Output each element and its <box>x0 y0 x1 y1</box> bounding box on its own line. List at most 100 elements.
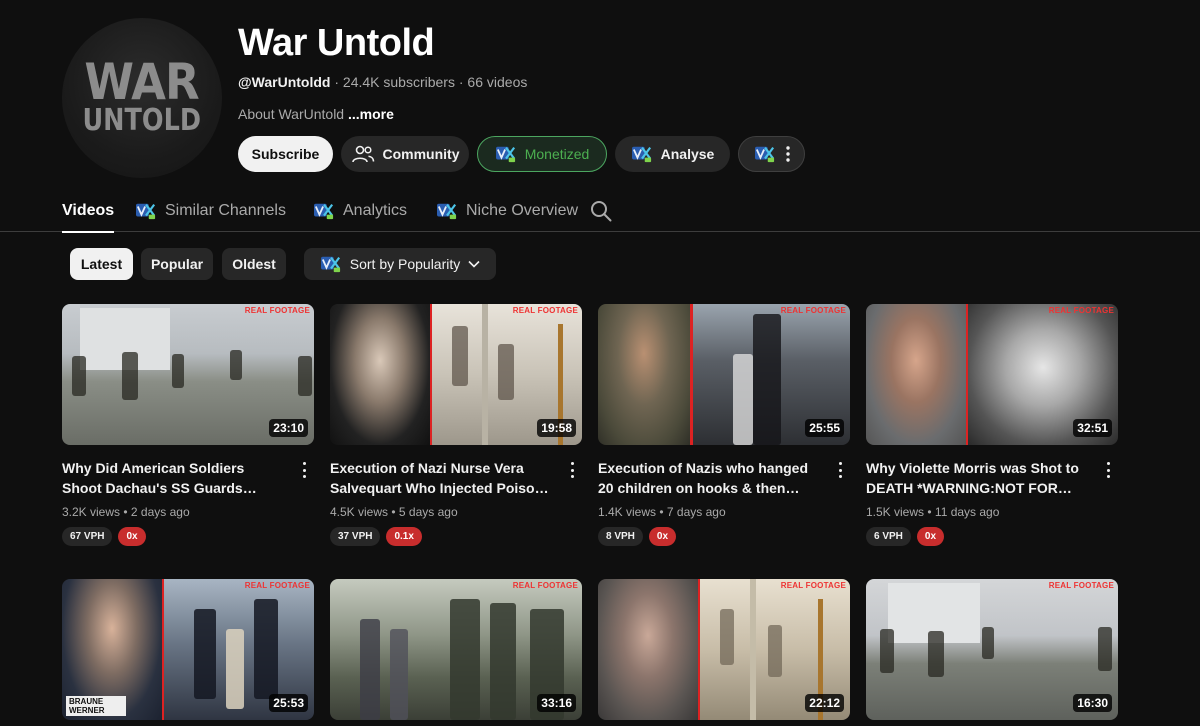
monetized-button[interactable]: Monetized <box>477 136 607 172</box>
video-title[interactable]: Execution of Nazi Nurse Vera Salvequart … <box>330 458 552 498</box>
video-card[interactable]: REAL FOOTAGE 25:55 Execution of Nazis wh… <box>598 304 850 546</box>
multiplier-badge: 0x <box>916 527 945 546</box>
avatar-text-war: WAR <box>84 53 200 111</box>
tab-niche-overview[interactable]: Niche Overview <box>436 190 578 232</box>
filter-popular[interactable]: Popular <box>141 248 213 280</box>
video-duration: 23:10 <box>269 419 308 437</box>
vph-badge: 67 VPH <box>62 527 113 546</box>
video-thumbnail[interactable]: REAL FOOTAGE 32:51 <box>866 304 1118 445</box>
tab-niche-label: Niche Overview <box>466 202 579 219</box>
real-footage-label: REAL FOOTAGE <box>512 581 578 590</box>
real-footage-label: REAL FOOTAGE <box>244 306 310 315</box>
channel-about[interactable]: About WarUntold ...more <box>238 106 394 122</box>
mugshot-caption: BRAUNE WERNER <box>66 696 126 716</box>
video-card[interactable]: REAL FOOTAGE 16:30 <box>866 579 1118 720</box>
video-views: 1.5K views <box>866 505 925 519</box>
video-title[interactable]: Why Did American Soldiers Shoot Dachau's… <box>62 458 284 498</box>
vidiq-logo-icon <box>320 254 342 274</box>
more-vert-icon <box>785 146 790 162</box>
video-duration: 16:30 <box>1073 694 1112 712</box>
filter-latest[interactable]: Latest <box>70 248 133 280</box>
multiplier-badge: 0x <box>648 527 677 546</box>
video-menu-icon[interactable] <box>1102 460 1114 480</box>
thumbnail-portrait: BRAUNE WERNER <box>62 579 162 720</box>
video-menu-icon[interactable] <box>834 460 846 480</box>
vidiq-logo-icon <box>313 201 335 221</box>
video-duration: 33:16 <box>537 694 576 712</box>
video-thumbnail[interactable]: REAL FOOTAGE 23:10 <box>62 304 314 445</box>
video-thumbnail[interactable]: REAL FOOTAGE 16:30 <box>866 579 1118 720</box>
video-thumbnail[interactable]: REAL FOOTAGE 33:16 <box>330 579 582 720</box>
video-title[interactable]: Why Violette Morris was Shot to DEATH *W… <box>866 458 1088 498</box>
vidiq-logo-icon <box>631 144 653 164</box>
about-more-link[interactable]: ...more <box>348 106 394 122</box>
subscribe-button[interactable]: Subscribe <box>238 136 333 172</box>
video-age: 2 days ago <box>130 505 190 519</box>
channel-handle[interactable]: @WarUntoldd <box>238 74 330 90</box>
sort-label: Sort by Popularity <box>349 256 461 272</box>
real-footage-label: REAL FOOTAGE <box>244 581 310 590</box>
video-views: 1.4K views <box>598 505 657 519</box>
video-title[interactable]: Execution of Nazis who hanged 20 childre… <box>598 458 820 498</box>
community-button[interactable]: Community <box>341 136 469 172</box>
avatar-text-untold: UNTOLD <box>82 103 202 138</box>
video-thumbnail[interactable]: REAL FOOTAGE 25:55 <box>598 304 850 445</box>
video-badges: 67 VPH 0x <box>62 527 146 546</box>
video-badges: 8 VPH 0x <box>598 527 677 546</box>
video-duration: 25:53 <box>269 694 308 712</box>
multiplier-badge: 0x <box>118 527 146 546</box>
real-footage-label: REAL FOOTAGE <box>780 306 846 315</box>
community-label: Community <box>382 146 460 162</box>
video-badges: 37 VPH 0.1x <box>330 527 422 546</box>
real-footage-label: REAL FOOTAGE <box>780 581 846 590</box>
analyse-button[interactable]: Analyse <box>615 136 730 172</box>
channel-tabs: Videos Similar Channels Analytics Niche … <box>0 190 1200 233</box>
tab-analytics[interactable]: Analytics <box>313 190 407 232</box>
tab-similar-channels[interactable]: Similar Channels <box>135 190 286 232</box>
video-card[interactable]: REAL FOOTAGE 23:10 Why Did American Sold… <box>62 304 314 546</box>
channel-meta: @WarUntoldd · 24.4K subscribers · 66 vid… <box>238 74 527 90</box>
vph-badge: 37 VPH <box>330 527 381 546</box>
meta-separator: · <box>334 74 340 90</box>
subscriber-count: 24.4K subscribers <box>342 74 455 90</box>
vidiq-more-button[interactable] <box>738 136 805 172</box>
tab-videos[interactable]: Videos <box>62 190 115 233</box>
search-icon <box>591 201 612 222</box>
thumbnail-portrait <box>598 579 698 720</box>
vidiq-logo-icon <box>495 144 517 164</box>
video-card[interactable]: REAL FOOTAGE 33:16 <box>330 579 582 720</box>
video-menu-icon[interactable] <box>298 460 310 480</box>
meta-separator: · <box>458 74 464 90</box>
thumbnail-portrait <box>330 304 430 445</box>
video-duration: 25:55 <box>805 419 844 437</box>
channel-search-button[interactable] <box>590 190 612 232</box>
video-badges: 6 VPH 0x <box>866 527 945 546</box>
video-card[interactable]: BRAUNE WERNER REAL FOOTAGE 25:53 <box>62 579 314 720</box>
vidiq-logo-icon <box>135 201 157 221</box>
video-card[interactable]: REAL FOOTAGE 32:51 Why Violette Morris w… <box>866 304 1118 546</box>
channel-avatar[interactable]: WAR UNTOLD <box>62 18 222 178</box>
video-age: 5 days ago <box>398 505 458 519</box>
video-menu-icon[interactable] <box>566 460 578 480</box>
video-duration: 22:12 <box>805 694 844 712</box>
filter-oldest[interactable]: Oldest <box>222 248 286 280</box>
video-card[interactable]: REAL FOOTAGE 19:58 Execution of Nazi Nur… <box>330 304 582 546</box>
vph-badge: 8 VPH <box>598 527 643 546</box>
thumbnail-portrait <box>866 304 966 445</box>
vidiq-logo-icon <box>436 201 458 221</box>
video-thumbnail[interactable]: BRAUNE WERNER REAL FOOTAGE 25:53 <box>62 579 314 720</box>
real-footage-label: REAL FOOTAGE <box>1048 581 1114 590</box>
sort-by-popularity-dropdown[interactable]: Sort by Popularity <box>304 248 496 280</box>
vph-badge: 6 VPH <box>866 527 911 546</box>
tab-videos-label: Videos <box>62 202 115 219</box>
video-thumbnail[interactable]: REAL FOOTAGE 19:58 <box>330 304 582 445</box>
video-age: 7 days ago <box>666 505 726 519</box>
video-meta: 1.5K views • 11 days ago <box>866 505 1000 519</box>
about-text: About WarUntold <box>238 106 345 122</box>
video-card[interactable]: REAL FOOTAGE 22:12 <box>598 579 850 720</box>
video-duration: 32:51 <box>1073 419 1112 437</box>
video-thumbnail[interactable]: REAL FOOTAGE 22:12 <box>598 579 850 720</box>
multiplier-badge: 0.1x <box>386 527 422 546</box>
video-meta: 1.4K views • 7 days ago <box>598 505 726 519</box>
video-views: 4.5K views <box>330 505 389 519</box>
